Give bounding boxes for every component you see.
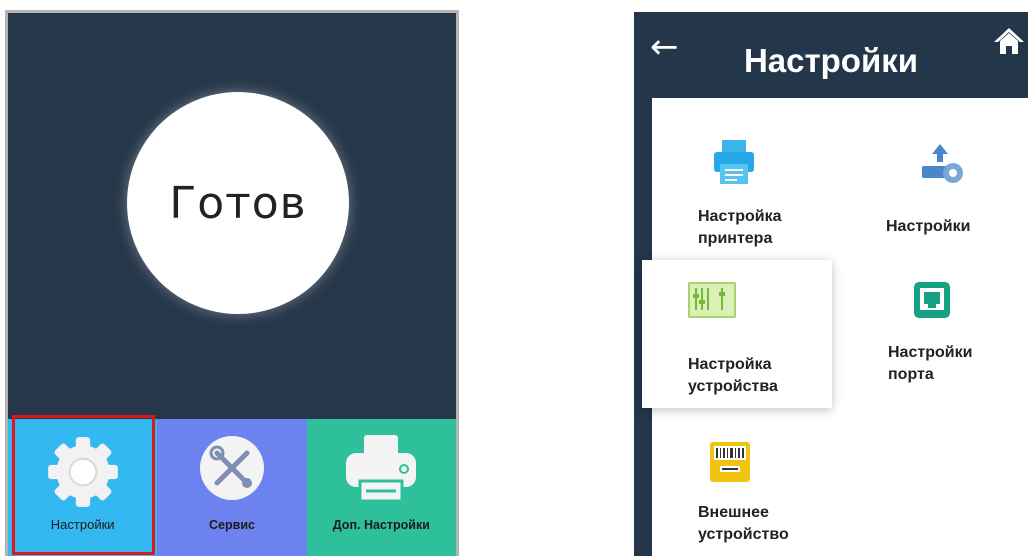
device-setup-label-1: Настройка xyxy=(688,356,772,373)
device-settings-icon xyxy=(688,282,736,318)
ready-status-circle[interactable]: Готов xyxy=(127,92,349,314)
printer-icon xyxy=(714,140,754,184)
settings-screen: ← Настройки Настройка принтера Настройки… xyxy=(634,12,1028,556)
settings-tile-label: Настройки xyxy=(50,517,115,532)
printer-home-screen: Готов Настройки Сервис Доп. Настройки xyxy=(5,10,459,556)
extra-settings-tile-label: Доп. Настройки xyxy=(332,518,430,532)
external-device-item[interactable]: Внешнее устройство xyxy=(678,430,828,556)
external-device-label-2: устройство xyxy=(698,526,789,543)
external-device-label-1: Внешнее xyxy=(698,504,769,521)
printer-setup-label-2: принтера xyxy=(698,230,773,247)
port-settings-item[interactable]: Настройки порта xyxy=(862,270,1012,396)
printer-setup-label-1: Настройка xyxy=(698,208,782,225)
port-settings-label-1: Настройки xyxy=(888,344,973,361)
barcode-scanner-icon xyxy=(710,442,750,482)
settings-label: Настройки xyxy=(886,218,971,235)
extra-settings-tile[interactable]: Доп. Настройки xyxy=(306,419,456,556)
port-settings-label-2: порта xyxy=(888,366,934,383)
tools-icon xyxy=(199,436,264,500)
settings-tile[interactable]: Настройки xyxy=(8,419,158,556)
printer-icon xyxy=(346,435,417,503)
settings-menu-panel: Настройка принтера Настройки Настройка у… xyxy=(642,98,1028,556)
ready-status-text: Готов xyxy=(169,177,307,229)
device-setup-item[interactable]: Настройка устройства xyxy=(642,260,832,408)
service-tile-label: Сервис xyxy=(209,518,255,532)
page-title: Настройки xyxy=(743,42,919,79)
settings-item[interactable]: Настройки xyxy=(862,132,1012,258)
bottom-menu-bar: Настройки Сервис Доп. Настройки xyxy=(8,419,456,556)
gear-icon xyxy=(47,437,118,507)
service-tile[interactable]: Сервис xyxy=(157,419,307,556)
device-setup-label-2: устройства xyxy=(688,378,778,395)
printer-setup-item[interactable]: Настройка принтера xyxy=(678,132,828,258)
network-port-icon xyxy=(914,282,950,318)
upload-settings-icon xyxy=(922,144,963,183)
